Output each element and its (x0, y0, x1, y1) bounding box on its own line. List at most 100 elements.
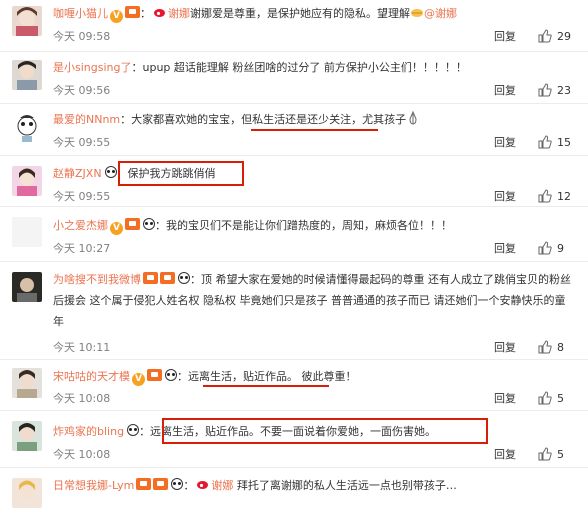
username[interactable]: 为啥搜不到我微博 (53, 273, 141, 286)
comment-actions: 回复 9 (494, 240, 578, 256)
like-count: 29 (557, 30, 571, 43)
timestamp: 今天 09:55 (53, 136, 111, 149)
timestamp: 今天 09:55 (53, 190, 111, 203)
username[interactable]: 炸鸡家的bling (53, 425, 124, 438)
panda-badge-icon (178, 272, 190, 284)
like-button[interactable]: 5 (538, 391, 578, 405)
thumbs-up-icon (538, 29, 552, 43)
comment-body: 是小singsing了：upup 超话能理解 粉丝团啥的过分了 前方保护小公主们… (53, 57, 582, 78)
like-count: 5 (557, 448, 564, 461)
panda-badge-icon (171, 478, 184, 490)
panda-badge-icon (165, 369, 177, 381)
comment-body: 宋咕咕的天才模 V ：远离生活，贴近作品。 彼此尊重！ (53, 366, 582, 387)
thumbs-up-icon (538, 189, 552, 203)
mention-link[interactable]: @谢娜 (424, 7, 457, 20)
verified-v-icon: V (110, 222, 123, 235)
reply-button[interactable]: 回复 (494, 188, 516, 204)
reply-button[interactable]: 回复 (494, 82, 516, 98)
comment-actions: 回复 5 (494, 446, 578, 462)
thumbs-up-icon (538, 83, 552, 97)
like-button[interactable]: 5 (538, 447, 578, 461)
like-count: 23 (557, 84, 571, 97)
reply-button[interactable]: 回复 (494, 446, 516, 462)
level-badge-icon (153, 478, 169, 490)
username[interactable]: 赵静ZJXN (53, 167, 102, 180)
avatar[interactable] (12, 421, 42, 451)
comment-text: 彼此尊重！ (298, 370, 357, 383)
avatar[interactable] (12, 478, 42, 508)
panda-badge-icon (143, 218, 155, 230)
comment-item: 炸鸡家的bling ：远离生活，贴近作品。不要一面说着你爱她，一面伤害她。 今天 … (0, 411, 588, 468)
comment-body: 日常想我娜-Lym：谢娜 拜托了离谢娜的私人生活远一点也别带孩子… (53, 478, 457, 492)
reply-button[interactable]: 回复 (494, 240, 516, 256)
highlight-underline (251, 129, 378, 131)
level-badge-icon (125, 218, 140, 230)
reply-button[interactable]: 回复 (494, 390, 516, 406)
comment-text: ：我的宝贝们不是能让你们蹭热度的，周知，麻烦各位！！！ (155, 219, 452, 232)
comment-item: 宋咕咕的天才模 V ：远离生活，贴近作品。 彼此尊重！ 今天 10:08 回复 5 (0, 360, 588, 411)
comment-actions: 回复 12 (494, 188, 578, 204)
comment-text: ：大家都喜欢她的宝宝， (120, 113, 242, 126)
comment-text: ：upup 超话能理解 粉丝团啥的过分了 前方保护小公主们！！！！！ (131, 61, 467, 74)
username[interactable]: 是小singsing了 (53, 61, 131, 74)
timestamp: 今天 09:58 (53, 30, 111, 43)
comment-item: 咖喱小猫儿 V：谢娜谢娜爱是尊重，是保护她应有的隐私。望理解 @谢娜 今天 09:5… (0, 0, 588, 52)
username[interactable]: 日常想我娜-Lym (53, 479, 134, 492)
comment-body: 为啥搜不到我微博 ：顶 希望大家在爱她的时候请懂得最起码的尊重 还有人成立了跳俏宝… (53, 269, 576, 332)
username[interactable]: 最爱的NNnm (53, 113, 120, 126)
reply-button[interactable]: 回复 (494, 134, 516, 150)
highlight-box (118, 161, 244, 186)
comment-text: ： (177, 370, 188, 383)
username[interactable]: 咖喱小猫儿 (53, 7, 108, 20)
comment-item: 小之爱杰娜 V ：我的宝贝们不是能让你们蹭热度的，周知，麻烦各位！！！ 今天 10:… (0, 207, 588, 262)
reply-button[interactable]: 回复 (494, 339, 516, 355)
username[interactable]: 小之爱杰娜 (53, 219, 108, 232)
timestamp: 今天 10:11 (53, 341, 111, 354)
avatar[interactable] (12, 217, 42, 247)
avatar[interactable] (12, 166, 42, 196)
timestamp: 今天 09:56 (53, 84, 111, 97)
username[interactable]: 宋咕咕的天才模 (53, 370, 130, 383)
comment-body: 最爱的NNnm：大家都喜欢她的宝宝，但私生活还是还少关注，尤其孩子 (53, 109, 582, 130)
weibo-link-icon[interactable] (153, 7, 166, 18)
like-button[interactable]: 23 (538, 83, 578, 97)
weibo-link-icon[interactable] (196, 479, 209, 490)
like-button[interactable]: 12 (538, 189, 578, 203)
mention-link[interactable]: 谢娜 (168, 7, 190, 20)
comment-text: 拜托了离谢娜的私人生活远一点也别带孩子… (236, 479, 457, 492)
comment-body: 小之爱杰娜 V ：我的宝贝们不是能让你们蹭热度的，周知，麻烦各位！！！ (53, 215, 582, 236)
like-count: 15 (557, 136, 571, 149)
thumbs-up-icon (538, 447, 552, 461)
timestamp: 今天 10:08 (53, 448, 111, 461)
avatar[interactable] (12, 272, 42, 302)
avatar[interactable] (12, 6, 42, 36)
like-count: 9 (557, 242, 564, 255)
timestamp: 今天 10:08 (53, 392, 111, 405)
like-button[interactable]: 8 (538, 340, 578, 354)
avatar[interactable] (12, 112, 42, 142)
like-count: 12 (557, 190, 571, 203)
thumbs-up-icon (538, 340, 552, 354)
highlight-underline (203, 385, 329, 387)
verified-v-icon: V (132, 373, 145, 386)
like-count: 5 (557, 392, 564, 405)
avatar[interactable] (12, 60, 42, 90)
reply-button[interactable]: 回复 (494, 28, 516, 44)
thumbs-up-icon (538, 391, 552, 405)
comment-actions: 回复 23 (494, 82, 578, 98)
like-button[interactable]: 15 (538, 135, 578, 149)
avatar[interactable] (12, 368, 42, 398)
comment-item: 是小singsing了：upup 超话能理解 粉丝团啥的过分了 前方保护小公主们… (0, 52, 588, 104)
panda-badge-icon (104, 166, 117, 178)
comment-actions: 回复 5 (494, 390, 578, 406)
panda-badge-icon (127, 424, 140, 436)
comment-text-highlight: 远离生活，贴近作品。 (188, 370, 298, 383)
timestamp: 今天 10:27 (53, 242, 111, 255)
like-button[interactable]: 29 (538, 29, 578, 43)
comment-actions: 回复 15 (494, 134, 578, 150)
comment-actions: 回复 29 (494, 28, 578, 44)
mention-link[interactable]: 谢娜 (211, 479, 233, 492)
comment-list: 咖喱小猫儿 V：谢娜谢娜爱是尊重，是保护她应有的隐私。望理解 @谢娜 今天 09:5… (0, 0, 588, 517)
comment-text-highlight: 但私生活还是还少关注 (241, 113, 352, 126)
like-button[interactable]: 9 (538, 241, 578, 255)
